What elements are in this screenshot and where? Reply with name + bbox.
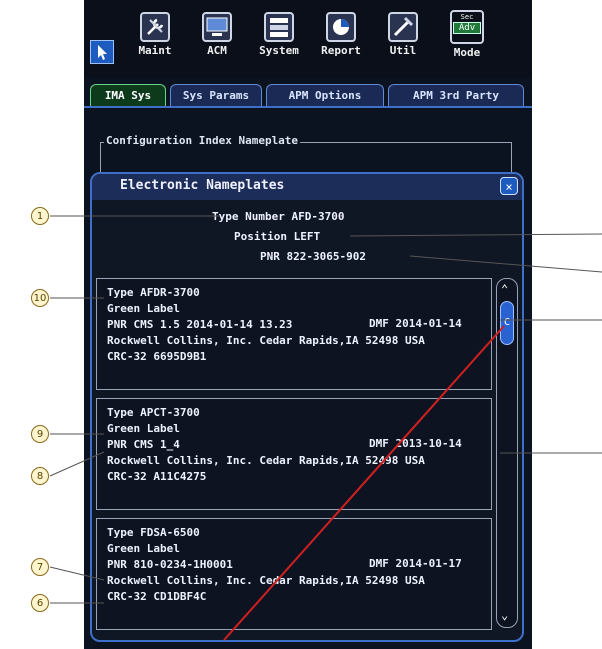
card-type: Type FDSA-6500 [107, 526, 200, 539]
acm-label: ACM [207, 44, 227, 57]
nameplate-card-apct[interactable]: Type APCT-3700 Green Label PNR CMS 1_4 R… [96, 398, 492, 510]
nameplate-card-afdr[interactable]: Type AFDR-3700 Green Label PNR CMS 1.5 2… [96, 278, 492, 390]
maint-label: Maint [138, 44, 172, 57]
position-line: Position LEFT [234, 230, 321, 243]
type-number-line: Type Number AFD-3700 [212, 210, 345, 223]
electronic-nameplates-dialog: Electronic Nameplates × Type Number AFD-… [90, 172, 524, 642]
card-type: Type APCT-3700 [107, 406, 200, 419]
close-button[interactable]: × [500, 177, 518, 195]
callout-7: 7 [31, 558, 49, 576]
card-mfr: Rockwell Collins, Inc. Cedar Rapids,IA 5… [107, 334, 425, 347]
computer-icon [202, 12, 232, 42]
card-type: Type AFDR-3700 [107, 286, 200, 299]
card-mfr: Rockwell Collins, Inc. Cedar Rapids,IA 5… [107, 574, 425, 587]
tab-divider [84, 106, 532, 108]
main-toolbar: Maint ACM System Report Util Sec Adv Mod… [84, 0, 532, 78]
card-label: Green Label [107, 542, 180, 555]
chart-icon [326, 12, 356, 42]
scroll-down-icon[interactable]: ⌄ [501, 609, 508, 621]
tab-bar: IMA Sys Sys Params APM Options APM 3rd P… [84, 80, 532, 108]
card-crc: CRC-32 CD1DBF4C [107, 590, 207, 603]
report-button[interactable]: Report [310, 8, 372, 72]
system-label: System [259, 44, 299, 57]
card-dmf: DMF 2013-10-14 [369, 437, 462, 450]
mode-value: Adv [453, 22, 481, 34]
mode-label: Mode [453, 46, 481, 59]
util-button[interactable]: Util [372, 8, 434, 72]
network-icon [264, 12, 294, 42]
tools-icon [388, 12, 418, 42]
card-crc: CRC-32 6695D9B1 [107, 350, 207, 363]
system-button[interactable]: System [248, 8, 310, 72]
util-label: Util [389, 44, 417, 57]
card-mfr: Rockwell Collins, Inc. Cedar Rapids,IA 5… [107, 454, 425, 467]
avionics-screen: Maint ACM System Report Util Sec Adv Mod… [84, 0, 532, 649]
card-label: Green Label [107, 302, 180, 315]
pointer-arrow-icon[interactable] [90, 40, 114, 64]
tab-ima-sys[interactable]: IMA Sys [90, 84, 166, 106]
tab-apm-3rd-party[interactable]: APM 3rd Party [388, 84, 524, 106]
tab-apm-options[interactable]: APM Options [266, 84, 384, 106]
card-label: Green Label [107, 422, 180, 435]
scroll-up-icon[interactable]: ⌃ [501, 283, 508, 295]
mode-button[interactable]: Sec Adv Mode [436, 8, 498, 72]
callout-10: 10 [31, 289, 49, 307]
wrench-icon [140, 12, 170, 42]
card-crc: CRC-32 A11C4275 [107, 470, 207, 483]
callout-6: 6 [31, 594, 49, 612]
callout-9: 9 [31, 425, 49, 443]
tab-sys-params[interactable]: Sys Params [170, 84, 262, 106]
nameplate-card-fdsa[interactable]: Type FDSA-6500 Green Label PNR 810-0234-… [96, 518, 492, 630]
maint-button[interactable]: Maint [124, 8, 186, 72]
report-label: Report [321, 44, 361, 57]
pnr-line: PNR 822-3065-902 [260, 250, 366, 263]
config-index-title: Configuration Index Nameplate [104, 134, 301, 147]
dialog-header: Electronic Nameplates × [92, 174, 522, 200]
dialog-title: Electronic Nameplates [120, 178, 285, 193]
callout-1: 1 [31, 207, 49, 225]
card-dmf: DMF 2014-01-14 [369, 317, 462, 330]
scroll-thumb[interactable]: C [500, 301, 514, 345]
mode-sec-text: Sec [460, 13, 474, 21]
acm-button[interactable]: ACM [186, 8, 248, 72]
mode-indicator: Sec Adv [450, 10, 484, 44]
callout-8: 8 [31, 467, 49, 485]
card-dmf: DMF 2014-01-17 [369, 557, 462, 570]
scrollbar[interactable]: ⌃ C ⌄ [496, 278, 518, 628]
